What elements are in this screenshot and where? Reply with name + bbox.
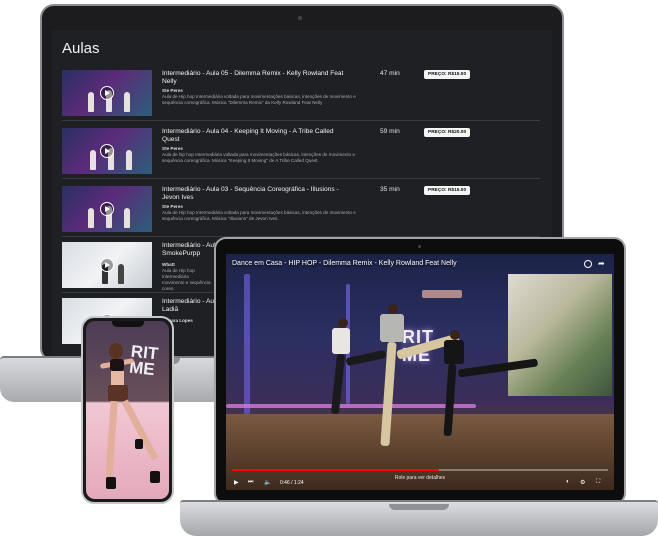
lesson-thumbnail[interactable] (62, 70, 152, 116)
gear-icon[interactable]: ⚙ (580, 479, 585, 486)
dancer-figure (124, 92, 130, 112)
lesson-title-line1: Intermediário - Aul (162, 242, 216, 249)
neon-strip (226, 404, 476, 408)
lesson-thumbnail[interactable] (62, 186, 152, 232)
lesson-row[interactable]: Intermediário - Aula 04 - Keeping It Mov… (62, 126, 540, 179)
front-laptop-base (180, 500, 658, 536)
price-button[interactable]: PREÇO: R$15.00 (424, 186, 471, 195)
lesson-thumbnail[interactable] (62, 242, 152, 288)
dancer-figure (88, 208, 94, 228)
play-icon[interactable] (100, 144, 114, 158)
phone-notch (112, 321, 144, 327)
dancer-figure (124, 208, 130, 228)
dancer-leg (345, 349, 387, 367)
dancer-leg (105, 400, 118, 480)
dancer-figure (88, 92, 94, 112)
lesson-author: Ste Peres (162, 88, 183, 93)
lesson-description: Aula de hip hop Intermediária voltada pa… (162, 152, 356, 163)
lesson-duration: 35 min (380, 186, 400, 193)
laptop-camera (298, 16, 302, 20)
ceiling-light (422, 290, 462, 298)
lesson-title[interactable]: Intermediário - Aula 04 - Keeping It Mov… (162, 128, 352, 144)
dancer-torso (111, 371, 124, 385)
lesson-row[interactable]: Intermediário - Aula 05 - Dilemma Remix … (62, 68, 540, 121)
dancer-shirt (444, 340, 464, 364)
fullscreen-icon[interactable]: ⛶ (596, 479, 600, 486)
volume-icon[interactable]: 🔈 (264, 479, 271, 486)
play-icon[interactable] (100, 258, 114, 272)
share-icon[interactable]: ➦ (598, 259, 605, 268)
lesson-description: Aula de Hip hop Intermediária movimento … (162, 268, 211, 291)
studio-window (508, 274, 612, 396)
dancer-head (450, 330, 460, 340)
dancer-jacket (380, 314, 404, 342)
lesson-thumbnail[interactable] (62, 128, 152, 174)
dancer-leg (121, 399, 159, 461)
lesson-title-line1: Intermediário - Aul (162, 298, 216, 305)
clock-icon[interactable] (584, 260, 592, 268)
video-time: 0:46 / 1:24 (280, 480, 304, 486)
lesson-duration: 47 min (380, 70, 400, 77)
page-title: Aulas (62, 40, 100, 57)
price-button[interactable]: PREÇO: R$15.00 (424, 70, 471, 79)
video-title[interactable]: Dance em Casa - HIP HOP - Dilemma Remix … (232, 260, 457, 267)
lesson-title[interactable]: Intermediário - Aula 03 - Sequência Core… (162, 186, 352, 202)
dancer-head (388, 304, 398, 314)
lesson-title[interactable]: Intermediário - Aula 05 - Dilemma Remix … (162, 70, 352, 86)
play-icon[interactable] (100, 202, 114, 216)
dancer-shirt (332, 328, 350, 354)
dancer-figure (118, 264, 124, 284)
dancer-figure (126, 150, 132, 170)
lesson-row[interactable]: Intermediário - Aula 03 - Sequência Core… (62, 184, 540, 237)
video-progress-bar[interactable] (232, 469, 608, 471)
price-button[interactable]: PREÇO: R$20.00 (424, 128, 471, 137)
lesson-title-line2: SmokePurpp (162, 250, 201, 257)
dancer-head (338, 318, 348, 328)
video-player[interactable]: RIT ME Dance em Casa - HIP HOP - Dilemma … (226, 254, 614, 490)
phone-frame: RIT ME (81, 316, 174, 504)
play-icon[interactable]: ▶ (234, 479, 239, 486)
next-icon[interactable]: ⏭ (248, 479, 253, 486)
lesson-duration: 59 min (380, 128, 400, 135)
dancer-figure (90, 150, 96, 170)
phone-video[interactable]: RIT ME (86, 321, 169, 499)
knee-pad (135, 439, 143, 449)
lesson-author: Wbatt (162, 262, 175, 267)
play-icon[interactable] (100, 86, 114, 100)
laptop-hinge-notch (389, 504, 449, 510)
dancer-shorts (108, 385, 128, 401)
neon-light (244, 274, 250, 414)
dancer-head (109, 343, 123, 359)
toggle-icon[interactable]: ◐ (566, 479, 570, 485)
dancer-top (110, 359, 124, 371)
lesson-title-line2: Ladiã (162, 306, 179, 313)
video-progress-fill (232, 469, 439, 471)
lesson-author: Ste Peres (162, 146, 183, 151)
laptop-camera (418, 245, 421, 248)
lesson-description: Aula de Hip hop Intermediária voltada pa… (162, 210, 356, 221)
dancer-shoe (150, 471, 160, 483)
lesson-description: Aula de Hip hop Intermediária voltada pa… (162, 94, 356, 105)
lesson-author: Ste Peres (162, 204, 183, 209)
dancer-shoe (106, 477, 116, 489)
